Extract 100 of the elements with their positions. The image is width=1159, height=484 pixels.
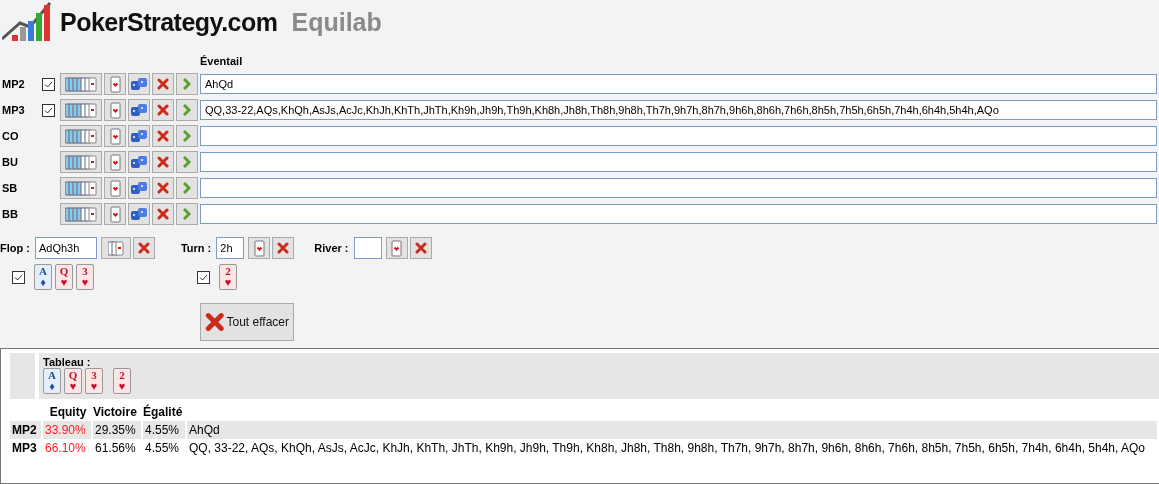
board-label: River :	[314, 242, 349, 254]
random-button[interactable]	[128, 125, 150, 147]
card-picker-button[interactable]	[248, 237, 271, 259]
range-button[interactable]	[60, 99, 102, 121]
clear-button[interactable]	[152, 125, 174, 147]
header-cell	[10, 353, 35, 399]
range-field[interactable]	[200, 126, 1157, 146]
clear-all-button[interactable]: Tout effacer	[200, 303, 294, 341]
dice-icon	[130, 103, 148, 117]
next-button[interactable]	[176, 125, 198, 147]
range-field[interactable]: QQ,33-22,AQs,KhQh,AsJs,AcJc,KhJh,KhTh,JhTh,Kh9h,Jh9h,Th9h,Kh8h,Jh8h,Th8h,9h8h,Th7h,9h7h,8h7h,9h6h,8h6h,7h6h,8h5h,7h5h,6h5h,7h4h,6h4h,5h4h,AQo	[200, 100, 1157, 120]
board-field[interactable]: AdQh3h	[34, 237, 97, 259]
next-button[interactable]	[176, 177, 198, 199]
random-button[interactable]	[128, 177, 150, 199]
checkbox[interactable]	[42, 103, 55, 117]
chevron-icon	[183, 182, 191, 194]
hand-button[interactable]	[104, 203, 126, 225]
dice-icon	[130, 77, 148, 91]
clear-button[interactable]	[152, 73, 174, 95]
close-icon	[277, 242, 290, 254]
next-button[interactable]	[176, 151, 198, 173]
checkbox[interactable]	[197, 270, 210, 284]
range-field[interactable]	[200, 152, 1157, 172]
card-picker-button[interactable]	[385, 237, 408, 259]
card-icon	[109, 153, 121, 171]
clear-button[interactable]	[132, 237, 155, 259]
card-icon	[109, 75, 121, 93]
random-button[interactable]	[128, 203, 150, 225]
cards-icon	[65, 179, 97, 197]
playing-card: 2 ♥	[219, 264, 237, 290]
hand-button[interactable]	[104, 125, 126, 147]
random-button[interactable]	[128, 151, 150, 173]
board-field[interactable]	[353, 237, 382, 259]
clear-button[interactable]	[152, 151, 174, 173]
clear-button[interactable]	[152, 203, 174, 225]
tie-cell: 4.55%	[143, 421, 185, 439]
clear-button[interactable]	[152, 99, 174, 121]
player-cell: MP2	[10, 421, 41, 439]
close-icon	[157, 104, 169, 116]
random-button[interactable]	[128, 99, 150, 121]
checkmark-icon	[199, 273, 208, 281]
board-field[interactable]: 2h	[216, 237, 245, 259]
card-picker-button[interactable]	[100, 237, 131, 259]
cards-icon	[65, 101, 97, 119]
range-field[interactable]	[200, 204, 1157, 224]
hand-button[interactable]	[104, 151, 126, 173]
chevron-icon	[183, 130, 191, 142]
player-position: BU	[1, 156, 19, 168]
range-field[interactable]	[200, 178, 1157, 198]
cards-icon	[65, 205, 97, 223]
playing-card: 3 ♥	[85, 368, 103, 394]
range-button[interactable]	[60, 73, 102, 95]
checkbox[interactable]	[12, 270, 25, 284]
card-icon	[109, 101, 121, 119]
playing-card: A ♦	[34, 264, 52, 290]
player-position: MP3	[1, 104, 26, 116]
checkmark-icon	[44, 80, 53, 88]
random-button[interactable]	[128, 73, 150, 95]
next-button[interactable]	[176, 203, 198, 225]
dice-icon	[130, 181, 148, 195]
playing-card: A ♦	[43, 368, 61, 394]
hand-button[interactable]	[104, 99, 126, 121]
chevron-icon	[183, 78, 191, 90]
playing-card: Q ♥	[64, 368, 82, 394]
equity-cell: 33.90%	[43, 421, 91, 439]
checkbox[interactable]	[42, 77, 55, 91]
range-button[interactable]	[60, 151, 102, 173]
chevron-icon	[183, 104, 191, 116]
range-button[interactable]	[60, 125, 102, 147]
player-position: CO	[1, 130, 20, 142]
clear-button[interactable]	[152, 177, 174, 199]
next-button[interactable]	[176, 73, 198, 95]
chevron-icon	[183, 156, 191, 168]
card-icon	[391, 239, 403, 257]
clear-button[interactable]	[409, 237, 432, 259]
cards-icon	[65, 75, 97, 93]
dice-icon	[130, 207, 148, 221]
board-label: Turn :	[180, 242, 212, 254]
hand-button[interactable]	[104, 73, 126, 95]
close-icon	[157, 78, 169, 90]
cards-icon	[65, 153, 97, 171]
card-icon	[109, 179, 121, 197]
board-label: Tableau :	[43, 356, 91, 368]
checkmark-icon	[44, 106, 53, 114]
column-header: Égalité	[143, 403, 184, 421]
next-button[interactable]	[176, 99, 198, 121]
cards-icon	[107, 239, 124, 257]
brand-name: PokerStrategy.com	[60, 7, 278, 37]
card-icon	[109, 205, 121, 223]
board-label: Flop :	[0, 242, 30, 254]
card-icon	[109, 127, 121, 145]
player-position: SB	[1, 182, 19, 194]
range-button[interactable]	[60, 177, 102, 199]
range-field[interactable]: AhQd	[200, 74, 1157, 94]
range-button[interactable]	[60, 203, 102, 225]
hand-button[interactable]	[104, 177, 126, 199]
dice-icon	[130, 155, 148, 169]
chart-logo-icon	[2, 1, 54, 43]
close-icon	[157, 182, 169, 194]
clear-button[interactable]	[272, 237, 295, 259]
